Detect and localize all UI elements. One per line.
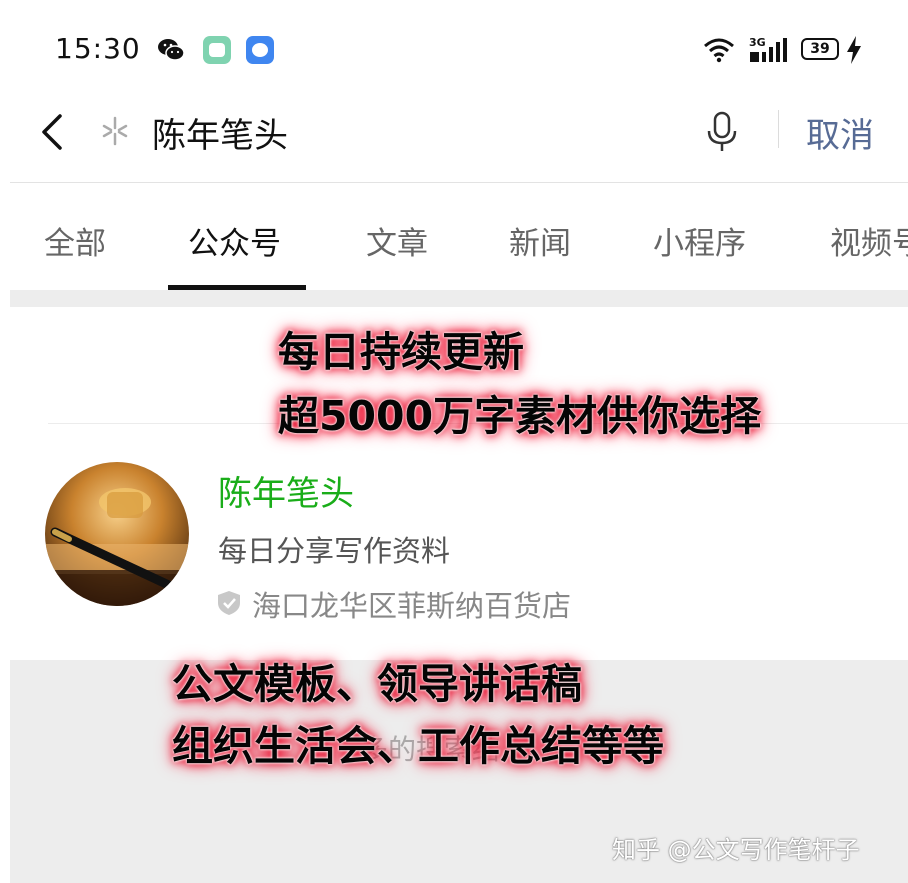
- app-blue-icon: [246, 36, 274, 64]
- search-input[interactable]: 陈年笔头: [152, 108, 288, 157]
- tab-all[interactable]: 全部: [44, 218, 106, 263]
- promo-overlay-line1: 每日持续更新: [278, 328, 524, 376]
- verified-icon: [218, 591, 240, 615]
- watermark: 知乎 @公文写作笔杆子: [612, 836, 860, 864]
- microphone-icon[interactable]: [704, 110, 740, 154]
- status-bar: 15:30 3G 39: [0, 0, 908, 100]
- battery-level: 39: [810, 41, 830, 57]
- promo-overlay-line2: 超5000万字素材供你选择: [278, 392, 762, 440]
- account-avatar[interactable]: [45, 462, 189, 606]
- tab-news[interactable]: 新闻: [509, 218, 571, 263]
- status-time: 15:30: [55, 32, 141, 65]
- promo-overlay-line3: 公文模板、领导讲话稿: [172, 660, 582, 708]
- account-location: 海口龙华区菲斯纳百货店: [252, 589, 572, 623]
- app-green-icon: [203, 36, 231, 64]
- tab-official-accounts[interactable]: 公众号: [188, 218, 281, 263]
- wechat-icon: [158, 39, 185, 61]
- search-bar: 陈年笔头 取消: [0, 100, 908, 182]
- section-gap: [10, 290, 908, 307]
- promo-overlay-line4: 组织生活会、工作总结等等: [172, 722, 664, 770]
- signal-icon: [750, 38, 787, 62]
- cancel-button[interactable]: 取消: [806, 108, 874, 157]
- tab-channels[interactable]: 视频号: [830, 218, 908, 263]
- wifi-icon: [704, 38, 734, 63]
- charging-icon: [847, 36, 861, 64]
- account-name[interactable]: 陈年笔头: [218, 466, 354, 515]
- search-divider: [778, 110, 779, 148]
- tab-bar: 全部 公众号 文章 新闻 小程序 视频号: [0, 183, 908, 289]
- back-arrow-icon[interactable]: [38, 112, 68, 152]
- search-sparkle-icon: [102, 116, 128, 146]
- battery-icon: 39: [801, 38, 839, 60]
- tab-mini-programs[interactable]: 小程序: [653, 218, 746, 263]
- tab-articles[interactable]: 文章: [366, 218, 428, 263]
- account-description: 每日分享写作资料: [218, 534, 451, 568]
